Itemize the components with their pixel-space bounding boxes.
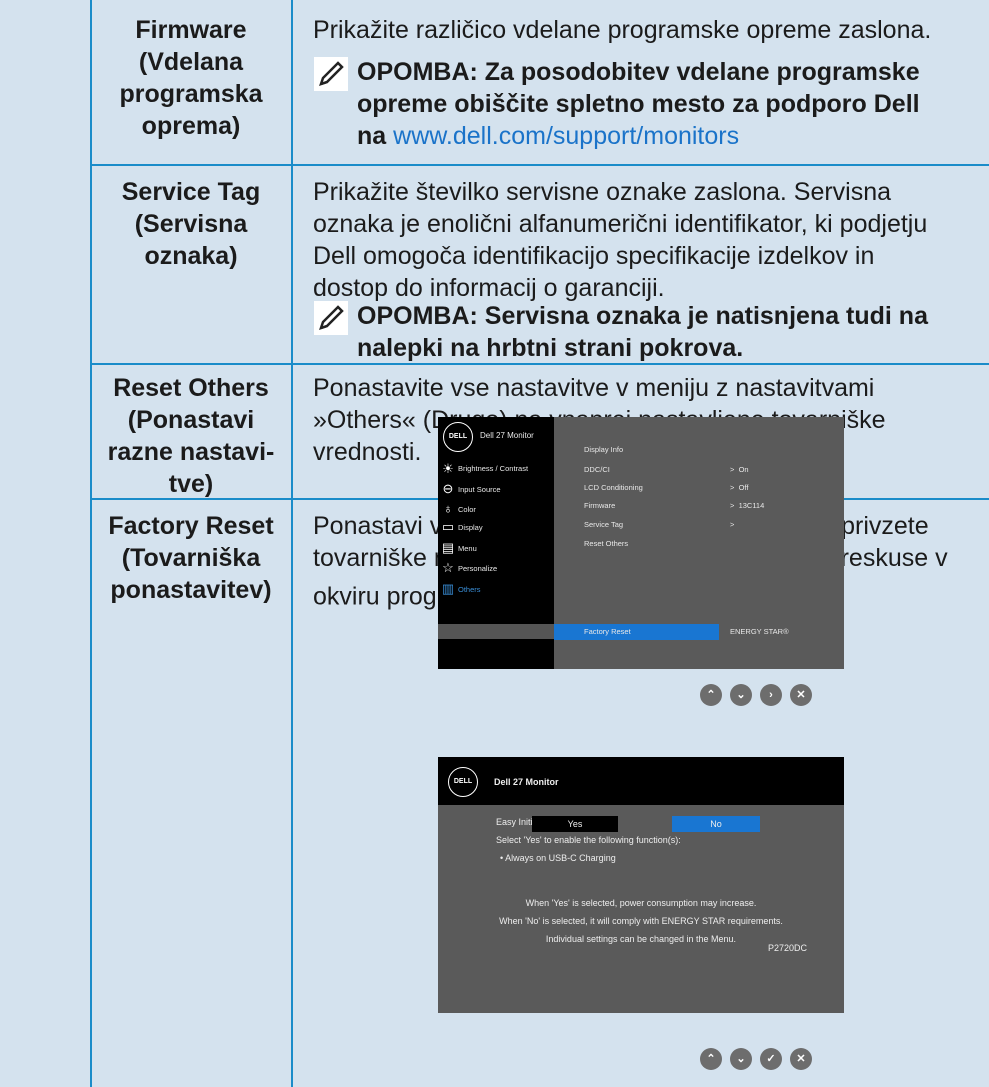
firmware-note: OPOMBA: Za posodobitev vdelane programsk…: [357, 58, 920, 150]
osd-title: Dell 27 Monitor: [494, 777, 559, 787]
star-icon: ☆: [442, 560, 454, 575]
osd-item: LCD Conditioning: [584, 483, 643, 492]
note-pencil-icon: [314, 301, 348, 335]
dell-logo: DELL: [448, 767, 478, 797]
reset-others-label: Reset Others (Ponastavi razne nastavi-tve): [107, 374, 275, 498]
osd-factory-reset-highlight: [554, 624, 719, 640]
osd-value: > 13C114: [730, 501, 765, 510]
osd-item-selected: Factory Reset: [584, 627, 631, 636]
osd-item: Display Info: [584, 445, 624, 454]
firmware-description: Prikažite različico vdelane programske o…: [313, 16, 932, 44]
down-icon: ⌄: [730, 684, 752, 706]
brightness-icon: ☀: [442, 461, 454, 476]
osd-title: Dell 27 Monitor: [480, 431, 534, 440]
color-icon: ♁: [443, 501, 453, 516]
input-source-icon: ⊖: [442, 481, 454, 496]
osd-value: > Off: [730, 483, 749, 492]
row-divider: [90, 164, 989, 166]
dell-support-link[interactable]: www.dell.com/support/monitors: [393, 122, 739, 150]
display-icon: ▭: [441, 519, 455, 534]
note-pencil-icon: [314, 57, 348, 91]
yes-button[interactable]: Yes: [532, 816, 618, 832]
no-button[interactable]: No: [672, 816, 760, 832]
osd-menu-item: Input Source: [458, 485, 501, 494]
model-label: P2720DC: [768, 943, 808, 953]
service-tag-label: Service Tag (Servisna oznaka): [121, 178, 261, 270]
osd-value: ENERGY STAR®: [730, 627, 789, 636]
close-icon: ✕: [790, 1048, 812, 1070]
setup-line: When 'No' is selected, it will comply wi…: [499, 916, 783, 926]
osd-value: > On: [730, 465, 749, 474]
osd-item: DDC/CI: [584, 465, 610, 474]
down-icon: ⌄: [730, 1048, 752, 1070]
osd-menu-item: Color: [458, 505, 476, 514]
firmware-label: Firmware (Vdelana programska oprema): [119, 16, 263, 140]
up-icon: ⌃: [700, 1048, 722, 1070]
osd-item: Firmware: [584, 501, 616, 510]
osd-menu-item: Personalize: [458, 564, 498, 573]
service-tag-note: OPOMBA: Servisna oznaka je natisnjena tu…: [357, 302, 928, 362]
check-icon: ✓: [760, 1048, 782, 1070]
osd-value: >: [730, 520, 735, 529]
document-page: Firmware (Vdelana programska oprema) Prikaž…: [0, 0, 989, 1087]
osd-menu-screenshot: DELL Dell 27 Monitor ☀ Brightness / Cont…: [438, 417, 844, 669]
service-tag-description: Prikažite številko servisne oznake zaslo…: [313, 178, 928, 302]
osd-item: Service Tag: [584, 520, 624, 529]
factory-reset-label: Factory Reset (Tovarniška ponastavitev): [108, 512, 274, 604]
up-icon: ⌃: [700, 684, 722, 706]
easy-setup-screenshot: DELL Dell 27 Monitor Easy Initial Setup:…: [438, 757, 844, 1013]
setup-bullet: • Always on USB-C Charging: [500, 853, 616, 863]
menu-icon: ▤: [441, 540, 455, 555]
setup-prompt: Select 'Yes' to enable the following fun…: [496, 835, 681, 845]
osd-menu-item: Brightness / Contrast: [458, 464, 529, 473]
osd-menu-item: Display: [458, 523, 483, 532]
osd-menu-selected-row: [438, 624, 554, 640]
others-icon: ▥: [441, 581, 455, 596]
setup-line: When 'Yes' is selected, power consumptio…: [525, 898, 757, 908]
right-icon: ›: [760, 684, 782, 706]
osd-menu-item: Menu: [458, 544, 477, 553]
dell-logo: DELL: [443, 422, 473, 452]
osd-menu-item-selected: Others: [458, 585, 481, 594]
osd-item: Reset Others: [584, 539, 629, 548]
close-icon: ✕: [790, 684, 812, 706]
